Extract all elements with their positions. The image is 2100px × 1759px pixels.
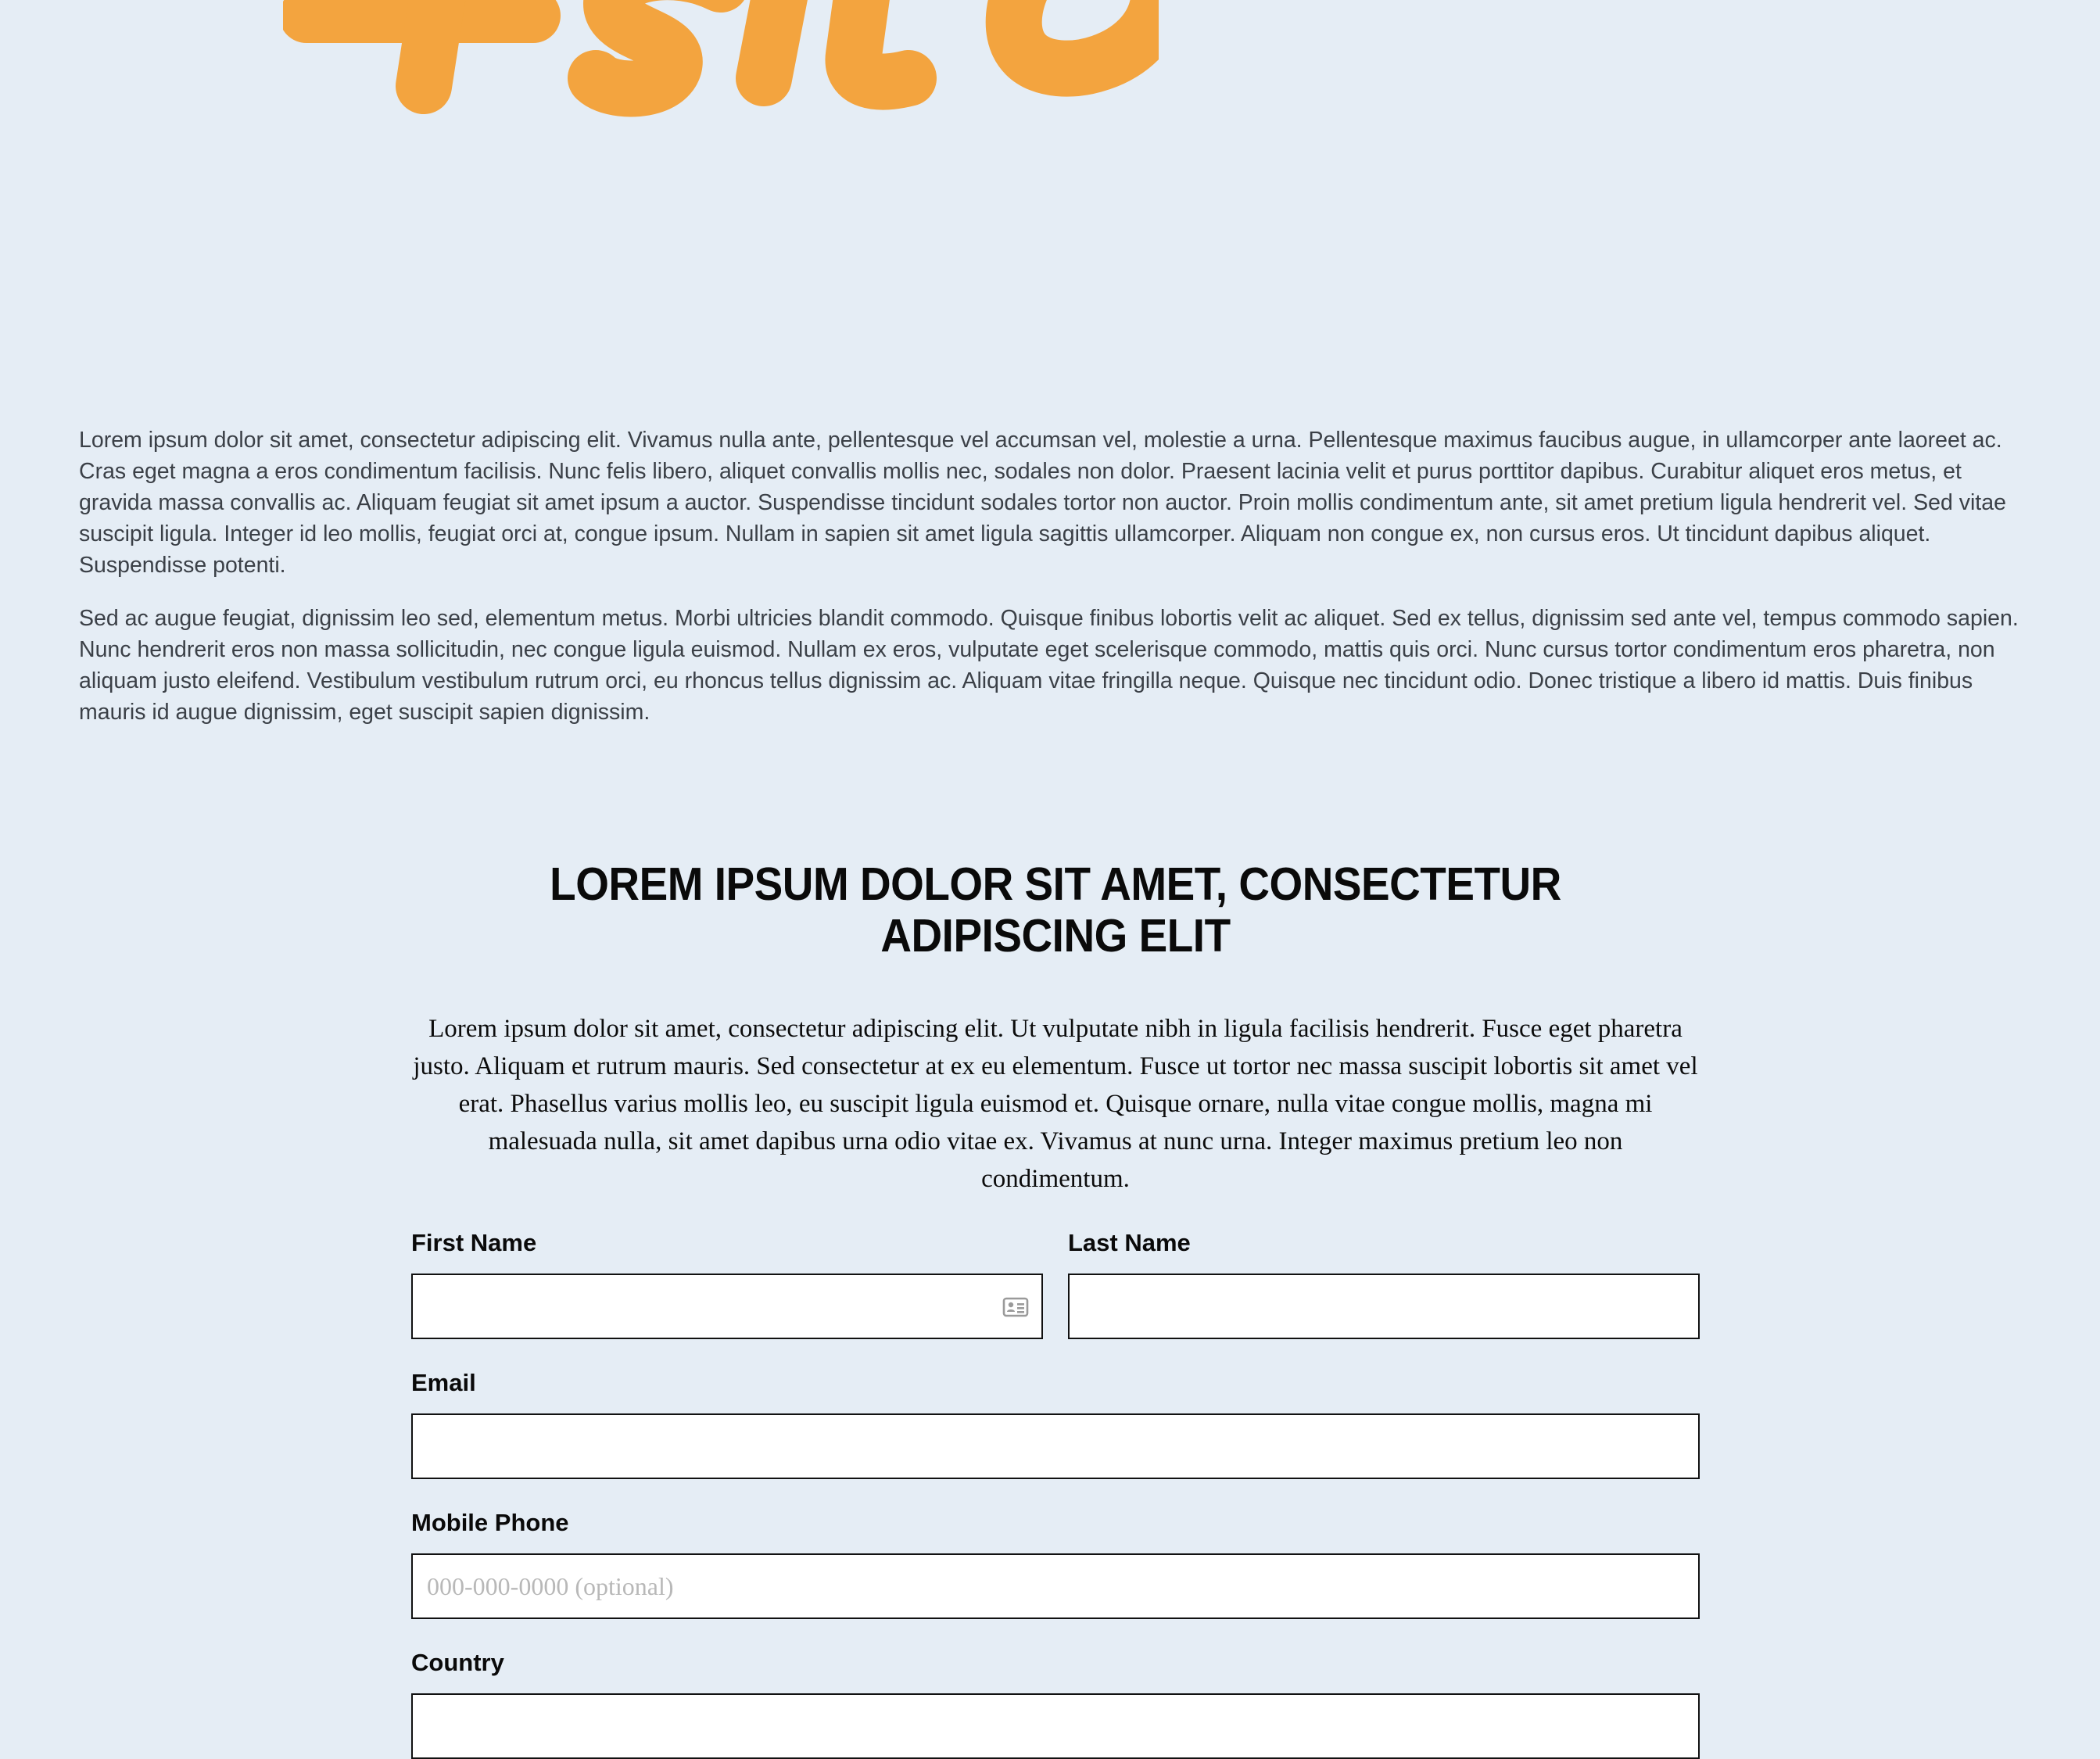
intro-text: Lorem ipsum dolor sit amet, consectetur … <box>79 425 2034 750</box>
contact-card-icon[interactable] <box>1002 1294 1029 1320</box>
mobile-phone-label: Mobile Phone <box>411 1509 569 1536</box>
intro-paragraph-1: Lorem ipsum dolor sit amet, consectetur … <box>79 428 2006 578</box>
country-field: Country <box>411 1649 1700 1759</box>
form-description: Lorem ipsum dolor sit amet, consectetur … <box>413 1015 1698 1193</box>
first-name-label: First Name <box>411 1229 537 1256</box>
email-input[interactable] <box>411 1413 1700 1479</box>
first-name-input[interactable] <box>411 1274 1043 1339</box>
logo-4site-icon <box>283 0 1159 117</box>
first-name-field: First Name <box>411 1229 1043 1339</box>
email-label: Email <box>411 1369 476 1396</box>
country-select[interactable] <box>411 1693 1700 1759</box>
form-title: LOREM IPSUM DOLOR SIT AMET, CONSECTETUR … <box>550 858 1561 962</box>
intro-paragraph-2: Sed ac augue feugiat, dignissim leo sed,… <box>79 606 2019 725</box>
last-name-field: Last Name <box>1068 1229 1700 1339</box>
country-label: Country <box>411 1649 504 1676</box>
email-field: Email <box>411 1369 1700 1479</box>
signup-form: LOREM IPSUM DOLOR SIT AMET, CONSECTETUR … <box>411 858 1700 1759</box>
site-logo[interactable] <box>283 0 1159 125</box>
name-row: First Name Last Name <box>411 1229 1700 1339</box>
mobile-phone-field: Mobile Phone <box>411 1509 1700 1619</box>
last-name-label: Last Name <box>1068 1229 1191 1256</box>
mobile-phone-input[interactable] <box>411 1553 1700 1619</box>
last-name-input[interactable] <box>1068 1274 1700 1339</box>
